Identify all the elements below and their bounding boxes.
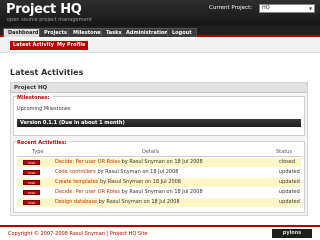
task-badge: TASK (23, 200, 40, 205)
app-subtitle: open source project management (7, 17, 92, 23)
tab-dashboard[interactable]: Dashboard (3, 28, 44, 37)
activity-status: updated (279, 179, 300, 185)
app-header: Project HQ open source project managemen… (0, 0, 320, 26)
chevron-down-icon: ▼ (308, 6, 313, 11)
project-panel: Project HQ Milestones: Upcoming Mileston… (10, 82, 308, 216)
milestone-item[interactable]: Version 0.1.1 (Due in about 1 month) (17, 119, 301, 127)
current-project-select[interactable]: HQ ▼ (259, 4, 315, 13)
activity-row: TASK Decide: Per user OR Roles by Rasul … (17, 158, 301, 167)
activity-author: by Rasul Snyman on 18 Jul 2008 (95, 169, 179, 175)
activity-status: updated (279, 169, 300, 175)
column-header-status: Status (276, 149, 292, 155)
activity-details: Code controllers by Rasul Snyman on 18 J… (55, 169, 178, 175)
activity-link[interactable]: Create templates (55, 179, 98, 185)
task-badge: TASK (23, 160, 40, 165)
page-title: Latest Activities (10, 68, 84, 77)
activity-status: updated (279, 199, 300, 205)
upcoming-milestones-label: Upcoming Milestones (17, 106, 71, 112)
activity-row: TASK Decide: Per user OR Roles by Rasul … (17, 188, 301, 197)
page-footer: Copyright © 2007-2008 Rasul Snyman | Pro… (0, 225, 320, 240)
task-badge: TASK (23, 190, 40, 195)
column-header-details: Details (142, 149, 160, 155)
pylons-logo[interactable]: pylons (272, 229, 312, 238)
activity-details: Design database by Rasul Snyman on 18 Ju… (55, 199, 180, 205)
task-badge: TASK (23, 180, 40, 185)
activity-link[interactable]: Code controllers (55, 169, 96, 175)
milestones-section: Milestones: Upcoming Milestones Version … (13, 95, 305, 136)
activity-link[interactable]: Design database (55, 199, 97, 205)
activity-author: by Rasul Snyman on 18 Jul 2008 (120, 159, 203, 165)
activity-details: Decide: Per user OR Roles by Rasul Snyma… (55, 159, 203, 165)
panel-title: Project HQ (11, 83, 307, 93)
copyright-text: Copyright © 2007-2008 Rasul Snyman | Pro… (8, 231, 148, 237)
activity-row: TASK Design database by Rasul Snyman on … (17, 198, 301, 207)
activity-row: TASK Code controllers by Rasul Snyman on… (17, 168, 301, 177)
activity-status: closed (279, 159, 296, 165)
column-header-type: Type (32, 149, 44, 155)
app-title: Project HQ (6, 2, 82, 17)
activity-link[interactable]: Decide: Per user OR Roles (55, 159, 120, 165)
tab-administration[interactable]: Administration (121, 28, 173, 37)
activity-details: Decide: Per user OR Roles by Rasul Snyma… (55, 189, 203, 195)
task-badge: TASK (23, 170, 40, 175)
tab-logout[interactable]: Logout (167, 28, 197, 37)
activity-details: Create templates by Rasul Snyman on 18 J… (55, 179, 181, 185)
activity-author: by Rasul Snyman on 18 Jul 2008 (120, 189, 203, 195)
activity-row: TASK Create templates by Rasul Snyman on… (17, 178, 301, 187)
activity-author: by Rasul Snyman on 18 Jul 2008 (97, 199, 180, 205)
header-divider (17, 156, 301, 157)
activities-label: Recent Activities: (17, 140, 69, 146)
current-project-value: HQ (262, 5, 270, 11)
activity-author: by Rasul Snyman on 18 Jul 2008 (98, 179, 181, 185)
subtab-latest-activity[interactable]: Latest Activity (10, 41, 58, 50)
milestones-label: Milestones: (17, 95, 52, 101)
main-nav: Dashboard Projects Milestones Tasks Admi… (0, 26, 320, 37)
activity-link[interactable]: Decide: Per user OR Roles (55, 189, 120, 195)
activity-status: updated (279, 189, 300, 195)
current-project-label: Current Project: (209, 5, 253, 11)
activities-section: Recent Activities: Type Details Status T… (13, 140, 305, 213)
sub-nav: Latest Activity My Profile (0, 39, 320, 53)
subtab-my-profile[interactable]: My Profile (54, 41, 89, 50)
